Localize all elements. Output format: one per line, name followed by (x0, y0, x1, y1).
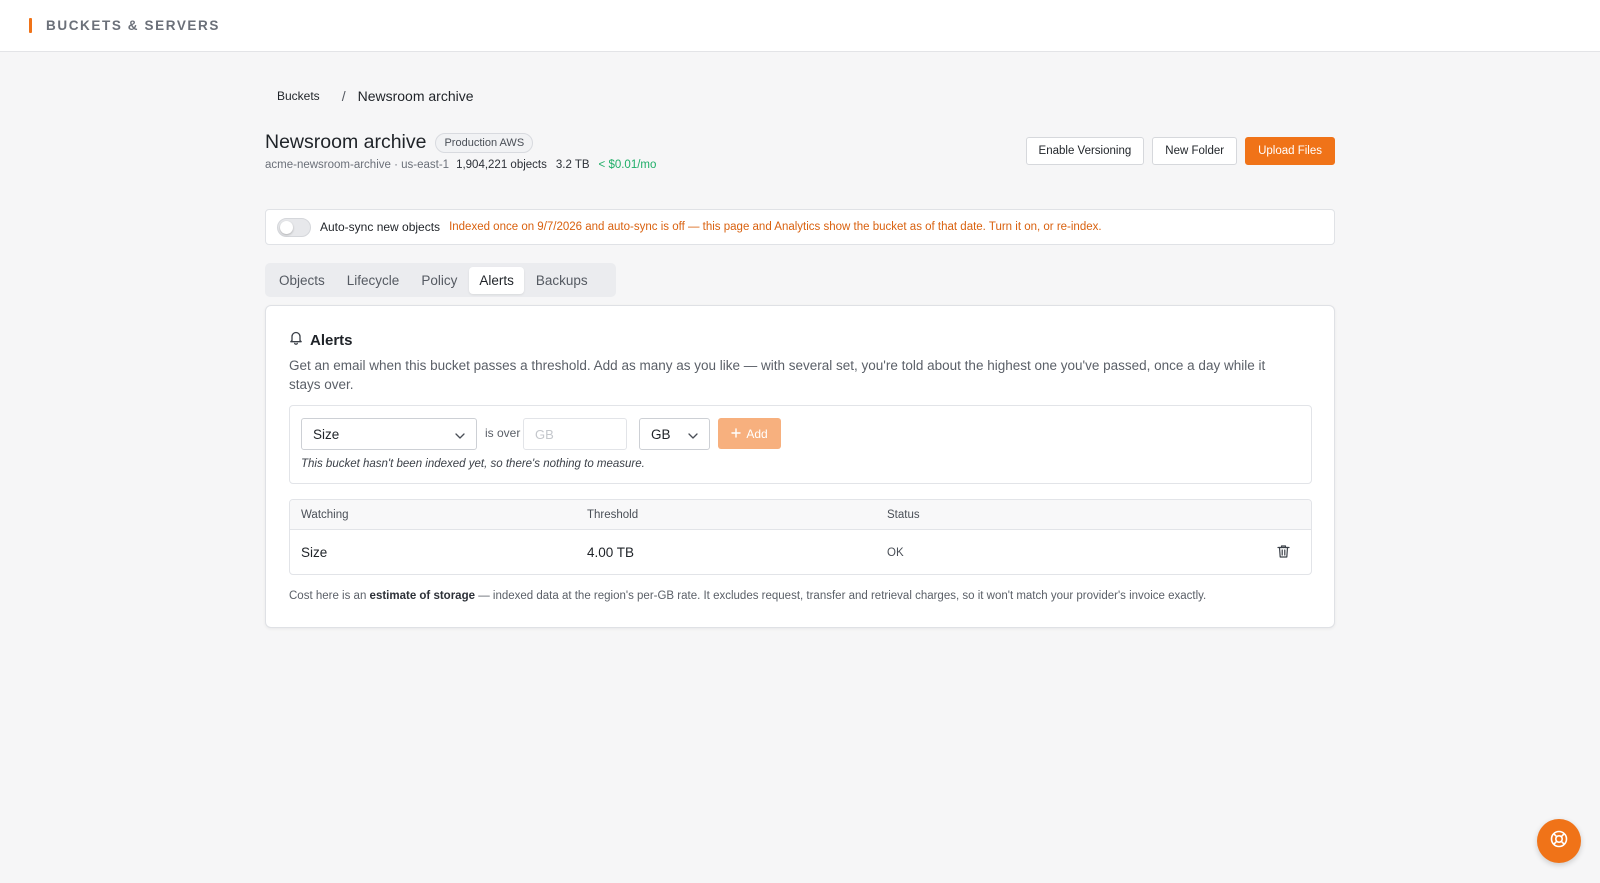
header-actions: Enable Versioning New Folder Upload File… (1025, 137, 1335, 165)
auto-sync-warning: Indexed once on 9/7/2026 and auto-sync i… (449, 221, 1102, 233)
tab-policy[interactable]: Policy (411, 267, 467, 294)
top-bar: BUCKETS & SERVERS (0, 0, 1600, 52)
footnote-bold: estimate of storage (369, 590, 475, 602)
alerts-title: Alerts (310, 331, 353, 349)
alerts-card: Alerts Get an email when this bucket pas… (265, 305, 1335, 628)
environment-badge: Production AWS (435, 132, 534, 153)
breadcrumb-buckets-link[interactable]: Buckets (277, 89, 320, 103)
bucket-size: 3.2 TB (555, 159, 590, 171)
bucket-header: Newsroom archive Production AWS acme-new… (265, 131, 1335, 179)
not-indexed-note: This bucket hasn't been indexed yet, so … (301, 458, 645, 470)
app-title: BUCKETS & SERVERS (46, 18, 220, 33)
cost-footnote: Cost here is an estimate of storage — in… (289, 590, 1206, 602)
unit-select-value: GB (651, 426, 671, 442)
unit-select[interactable]: GB (639, 418, 710, 450)
column-header-status: Status (887, 509, 920, 521)
chevron-down-icon (455, 427, 465, 442)
tab-lifecycle[interactable]: Lifecycle (337, 267, 410, 294)
auto-sync-toggle[interactable] (277, 217, 311, 237)
cell-status: OK (887, 547, 904, 559)
table-header: Watching Threshold Status (290, 500, 1311, 530)
table-row: Size 4.00 TB OK (290, 530, 1311, 574)
column-header-threshold: Threshold (587, 509, 639, 521)
alerts-description: Get an email when this bucket passes a t… (289, 358, 1266, 392)
footnote-suffix: — indexed data at the region's per-GB ra… (475, 590, 1207, 602)
is-over-label: is over (485, 426, 521, 440)
object-count: 1,904,221 objects (456, 159, 547, 171)
page-title: Newsroom archive (265, 131, 427, 153)
add-alert-button[interactable]: Add (718, 418, 781, 449)
help-button[interactable] (1537, 819, 1581, 863)
monthly-cost: < $0.01/mo (598, 159, 657, 171)
tab-objects[interactable]: Objects (269, 267, 335, 294)
chevron-down-icon (688, 427, 698, 442)
cell-watching: Size (301, 545, 328, 560)
breadcrumb-separator: / (341, 88, 346, 104)
tab-backups[interactable]: Backups (526, 267, 598, 294)
trash-icon[interactable] (1277, 544, 1290, 564)
metric-select[interactable]: Size (301, 418, 477, 450)
bell-icon (289, 330, 303, 350)
breadcrumb-current: Newsroom archive (357, 88, 474, 104)
enable-versioning-button[interactable]: Enable Versioning (1025, 137, 1145, 165)
new-alert-form: Size is over GB Add This bucket hasn't b… (289, 405, 1312, 484)
footnote-prefix: Cost here is an (289, 590, 370, 602)
plus-icon (731, 427, 742, 441)
add-alert-label: Add (746, 426, 768, 441)
brand-accent-bar (29, 18, 32, 33)
alerts-table: Watching Threshold Status Size 4.00 TB O… (289, 499, 1312, 575)
tab-alerts[interactable]: Alerts (469, 266, 524, 294)
toggle-knob (280, 220, 293, 234)
upload-files-button[interactable]: Upload Files (1245, 137, 1335, 165)
cell-threshold: 4.00 TB (587, 545, 635, 560)
column-header-watching: Watching (301, 509, 349, 521)
auto-sync-label: Auto-sync new objects (320, 220, 441, 234)
threshold-value-input[interactable] (523, 418, 627, 450)
lifebuoy-icon (1549, 829, 1569, 854)
bucket-tabs: Objects Lifecycle Policy Alerts Backups (265, 263, 616, 297)
breadcrumb: Buckets / Newsroom archive (277, 88, 474, 104)
metric-select-value: Size (313, 426, 340, 442)
bucket-id-region: acme-newsroom-archive · us-east-1 (265, 159, 450, 171)
new-folder-button[interactable]: New Folder (1152, 137, 1238, 165)
auto-sync-bar: Auto-sync new objects Indexed once on 9/… (265, 209, 1335, 245)
